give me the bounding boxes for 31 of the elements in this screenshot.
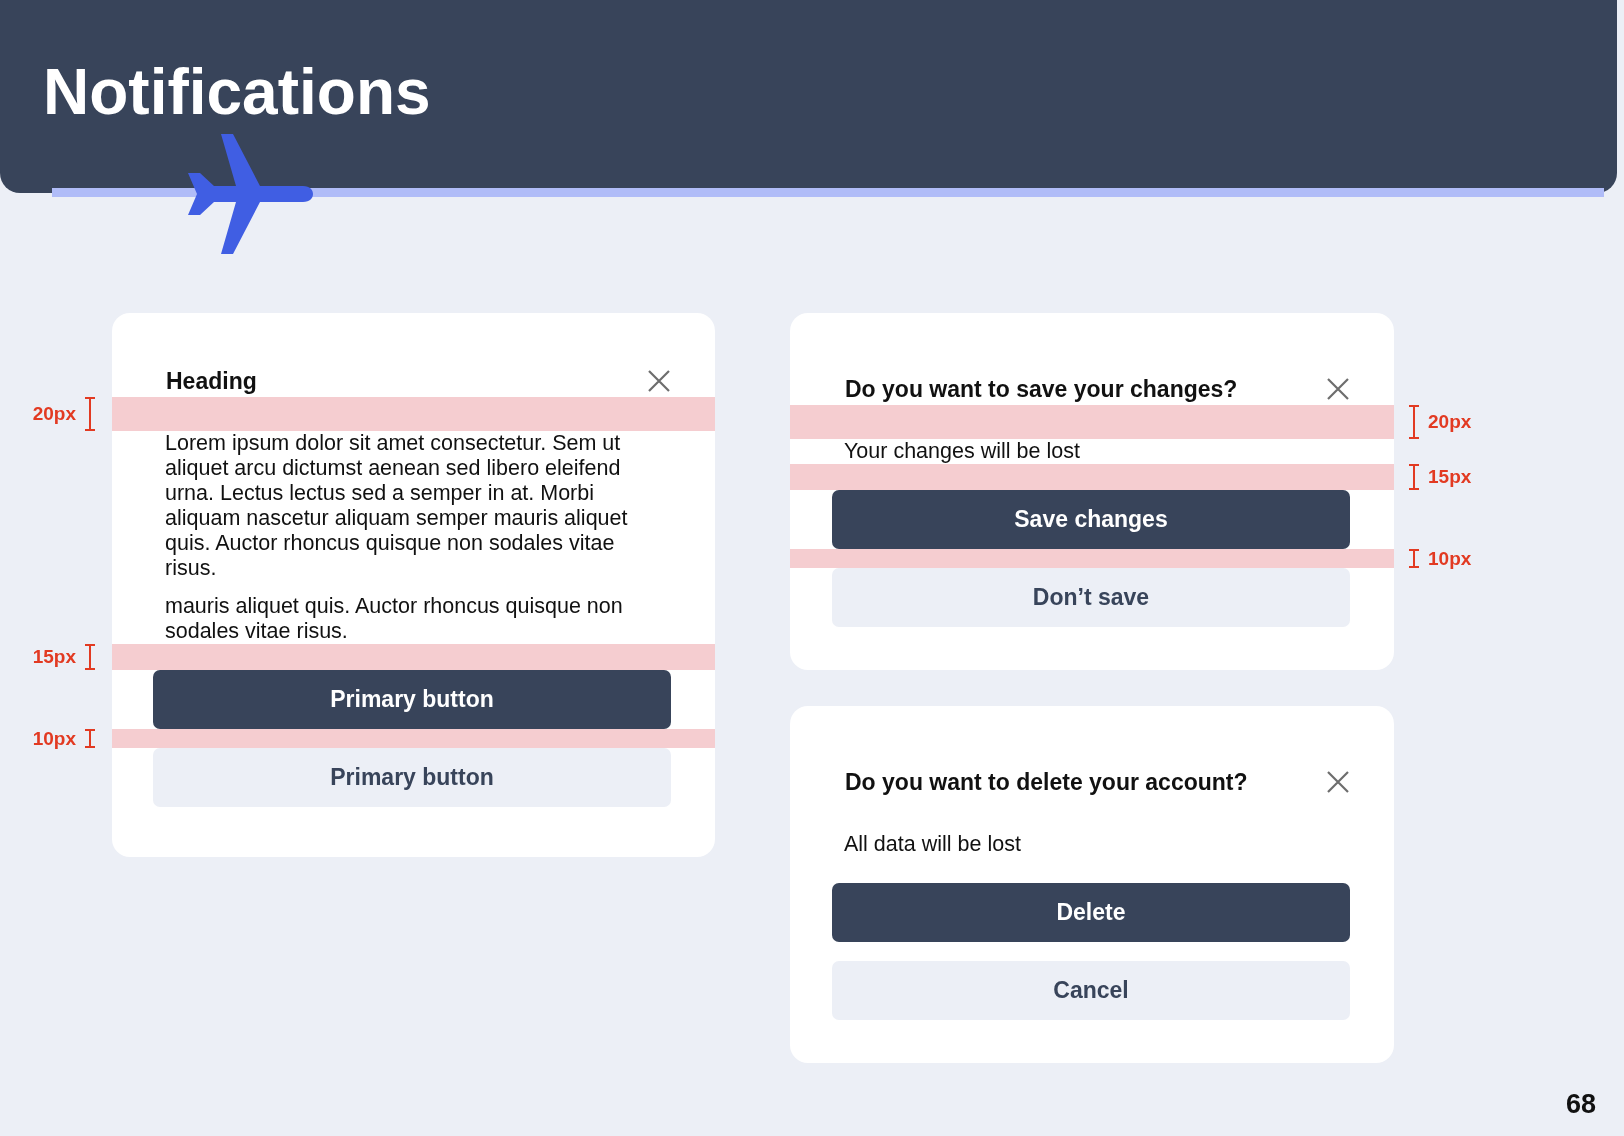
dialog-title: Do you want to save your changes? [845,375,1238,403]
close-icon[interactable] [1326,377,1350,401]
dimension-marker-icon [1408,464,1420,490]
primary-button[interactable]: Delete [832,883,1350,942]
spacing-label: 15px [32,646,76,668]
spacing-label: 15px [1428,466,1472,488]
dialog-title: Heading [166,367,257,395]
close-icon[interactable] [647,369,671,393]
spacing-label: 10px [32,727,76,750]
secondary-button[interactable]: Primary button [153,748,671,807]
secondary-button[interactable]: Cancel [832,961,1350,1020]
close-icon[interactable] [1326,770,1350,794]
page-number: 68 [1565,1089,1596,1120]
dialog-text: Lorem ipsum dolor sit amet consectetur. Sem ut aliquet arcu dictumst aenean sed libero eleifend urna. Lectus lectus sed a semper in at. Morbi aliquam nascetur aliquam semper mauris aliquet quis. Auctor rhoncus quisque non sodales vitae risus. [165,431,629,581]
spacing-label: 10px [1428,547,1472,570]
dialog-text: All data will be lost [844,832,1022,857]
dimension-marker-icon [84,397,96,431]
spacing-label: 20px [1428,411,1472,433]
dialog-title: Do you want to delete your account? [845,768,1248,796]
secondary-button[interactable]: Don’t save [832,568,1350,627]
primary-button[interactable]: Primary button [153,670,671,729]
dimension-marker-icon [1408,405,1420,439]
dimension-marker-icon [1408,549,1420,568]
page-title: Notifications [43,55,432,130]
airplane-icon [188,134,313,254]
dialog-text: Your changes will be lost [844,439,1081,464]
spacing-label: 20px [32,403,76,425]
dimension-marker-icon [84,729,96,748]
dimension-marker-icon [84,644,96,670]
primary-button[interactable]: Save changes [832,490,1350,549]
dialog-text: mauris aliquet quis. Auctor rhoncus quisque non sodales vitae risus. [165,594,624,644]
